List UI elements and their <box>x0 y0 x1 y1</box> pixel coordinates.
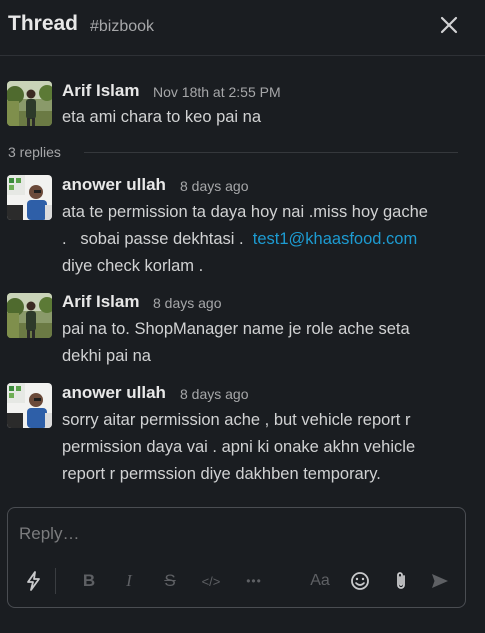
code-button[interactable]: </> <box>198 568 224 594</box>
avatar[interactable] <box>7 81 52 126</box>
strikethrough-button[interactable]: S <box>159 568 181 594</box>
message-line: permission daya vai . apni ki onake akhn… <box>62 438 416 456</box>
replies-count: 3 replies <box>8 144 61 160</box>
channel-name[interactable]: #bizbook <box>90 18 154 36</box>
toolbar-divider <box>55 568 56 594</box>
message-line: sorry aitar permission ache , but vehicl… <box>62 411 411 429</box>
format-toggle-button[interactable]: Aa <box>307 568 333 594</box>
paperclip-icon <box>397 572 405 589</box>
timestamp[interactable]: 8 days ago <box>153 295 222 311</box>
message-text: eta ami chara to keo pai na <box>62 104 472 131</box>
author-name[interactable]: anower ullah <box>62 383 166 403</box>
message-line: pai na to. ShopManager name je role ache… <box>62 320 410 338</box>
shortcuts-lightning-icon[interactable] <box>22 568 46 594</box>
italic-icon: I <box>126 571 132 590</box>
reply-message: Arif Islam 8 days ago pai na to. ShopMan… <box>0 292 485 372</box>
message-line: diye check korlam . <box>62 257 204 275</box>
reply-message: anower ullah 8 days ago sorry aitar perm… <box>0 383 485 493</box>
italic-button[interactable]: I <box>118 568 140 594</box>
more-formatting-button[interactable]: ••• <box>241 568 267 594</box>
thread-header: Thread #bizbook <box>0 0 485 56</box>
message-line: report r permssion diye dakhben temporar… <box>62 465 381 483</box>
parent-message: Arif Islam Nov 18th at 2:55 PM eta ami c… <box>0 80 485 135</box>
avatar[interactable] <box>7 383 52 428</box>
reply-message: anower ullah 8 days ago ata te permissio… <box>0 175 485 285</box>
send-icon <box>432 574 448 588</box>
reply-composer: Reply… B I S </> ••• Aa <box>7 507 466 608</box>
message-line: eta ami chara to keo pai na <box>62 108 262 126</box>
message-text: sorry aitar permission ache , but vehicl… <box>62 407 472 488</box>
timestamp[interactable]: 8 days ago <box>180 386 249 402</box>
timestamp[interactable]: 8 days ago <box>180 178 249 194</box>
avatar[interactable] <box>7 175 52 220</box>
timestamp[interactable]: Nov 18th at 2:55 PM <box>153 84 281 100</box>
text-format-icon: Aa <box>310 572 330 589</box>
thread-title: Thread <box>8 12 79 35</box>
bold-button[interactable]: B <box>78 568 100 594</box>
attach-button[interactable] <box>389 568 413 594</box>
author-name[interactable]: Arif Islam <box>62 81 139 101</box>
ellipsis-icon: ••• <box>246 574 262 588</box>
close-icon[interactable] <box>436 12 462 38</box>
bold-icon: B <box>82 571 96 590</box>
message-line: ata te permission ta daya hoy nai .miss … <box>62 203 428 221</box>
message-text-fragment: . sobai passe dekhtasi . <box>62 230 253 248</box>
message-text: ata te permission ta daya hoy nai .miss … <box>62 199 472 280</box>
emoji-button[interactable] <box>348 568 372 594</box>
message-text: pai na to. ShopManager name je role ache… <box>62 316 472 370</box>
divider <box>84 152 458 153</box>
avatar[interactable] <box>7 293 52 338</box>
message-line: dekhi pai na <box>62 347 151 365</box>
reply-input[interactable]: Reply… <box>19 524 79 544</box>
emoji-icon <box>351 572 369 590</box>
code-icon: </> <box>201 573 221 589</box>
author-name[interactable]: Arif Islam <box>62 292 139 312</box>
send-button[interactable] <box>428 568 452 594</box>
message-line: . sobai passe dekhtasi . test1@khaasfood… <box>62 226 472 253</box>
email-link[interactable]: test1@khaasfood.com <box>253 230 417 248</box>
strikethrough-icon: S <box>164 571 176 590</box>
author-name[interactable]: anower ullah <box>62 175 166 195</box>
